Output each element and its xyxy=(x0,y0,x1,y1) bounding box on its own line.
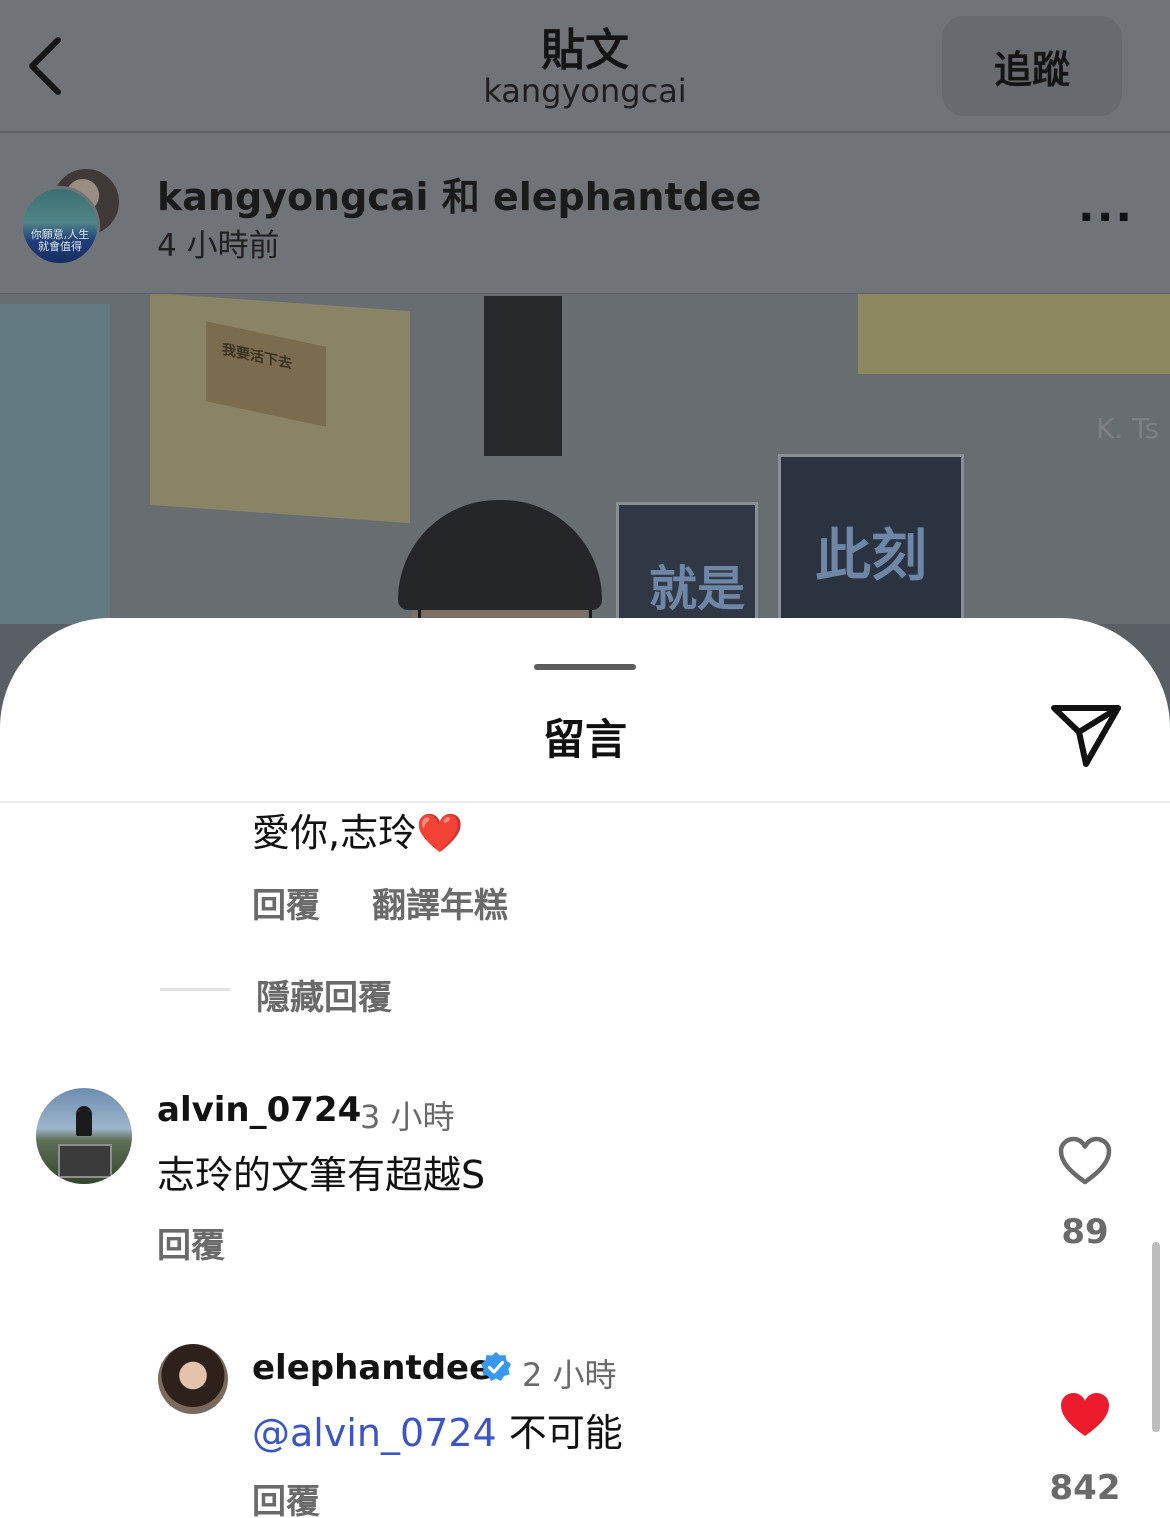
comment-text: @alvin_0724 不可能 xyxy=(252,1402,623,1457)
more-horizontal-icon[interactable]: ··· xyxy=(1078,192,1132,243)
photo-case-right: 此刻 xyxy=(778,454,964,624)
heart-emoji: ❤️ xyxy=(416,811,464,855)
photo-case-left-text: 就是 xyxy=(649,561,746,617)
hide-replies-button[interactable]: 隱藏回覆 xyxy=(256,970,392,1019)
avatar-person xyxy=(76,1106,92,1136)
replies-divider-line xyxy=(160,988,230,991)
comment-text: 愛你,志玲❤️ xyxy=(252,802,463,857)
heart-filled-icon[interactable] xyxy=(1058,1390,1112,1440)
photo-case-right-text: 此刻 xyxy=(815,523,927,589)
photo-frame-right xyxy=(858,294,1170,374)
avatar-caption: 你願意,人生就會值得 xyxy=(30,228,90,253)
scrollbar[interactable] xyxy=(1152,1242,1160,1432)
author-avatar-kangyongcai[interactable]: 你願意,人生就會值得 xyxy=(20,186,100,266)
comment-text-body: 不可能 xyxy=(496,1411,623,1455)
reply-button[interactable]: 回覆 xyxy=(157,1218,225,1267)
post-time: 4 小時前 xyxy=(157,228,280,264)
reply-button[interactable]: 回覆 xyxy=(252,1474,320,1518)
photo-panel xyxy=(484,296,562,456)
comment-username[interactable]: alvin_0724 xyxy=(157,1090,361,1130)
translate-button[interactable]: 翻譯年糕 xyxy=(372,878,508,927)
sheet-title: 留言 xyxy=(542,715,627,764)
sheet-drag-handle[interactable] xyxy=(534,664,636,670)
post-photo[interactable]: 我要活下去 K. Ts 就是 此刻 xyxy=(0,294,1170,624)
sheet-divider xyxy=(0,801,1170,803)
post-authors[interactable]: kangyongcai 和 elephantdee xyxy=(157,166,761,221)
photo-case-left: 就是 xyxy=(616,502,758,624)
photo-book-text: 我要活下去 xyxy=(222,341,292,373)
comment-text-body: 愛你,志玲 xyxy=(252,811,417,855)
heart-outline-icon[interactable] xyxy=(1058,1136,1112,1186)
comment-time: 2 小時 xyxy=(522,1356,617,1394)
comment-username[interactable]: elephantdee xyxy=(252,1348,492,1388)
avatar-sign xyxy=(58,1144,112,1178)
verified-badge-icon xyxy=(481,1352,511,1381)
photo-watermark: K. Ts xyxy=(1096,412,1160,445)
photo-banner xyxy=(0,304,110,624)
send-icon[interactable] xyxy=(1050,702,1122,768)
comments-sheet: 留言 愛你,志玲❤️ 回覆 翻譯年糕 隱藏回覆 alvin_0724 3 小時 … xyxy=(0,618,1170,1518)
comment-time: 3 小時 xyxy=(360,1098,455,1136)
comment-text: 志玲的文筆有超越S xyxy=(157,1153,486,1197)
like-count: 842 xyxy=(1049,1468,1121,1508)
avatar-elephantdee[interactable] xyxy=(158,1344,228,1414)
reply-button[interactable]: 回覆 xyxy=(252,878,320,927)
follow-button[interactable]: 追蹤 xyxy=(942,16,1122,116)
like-count: 89 xyxy=(1061,1212,1109,1252)
avatar-alvin[interactable] xyxy=(36,1088,132,1184)
photo-cap xyxy=(398,500,602,610)
mention-link[interactable]: @alvin_0724 xyxy=(252,1411,497,1455)
